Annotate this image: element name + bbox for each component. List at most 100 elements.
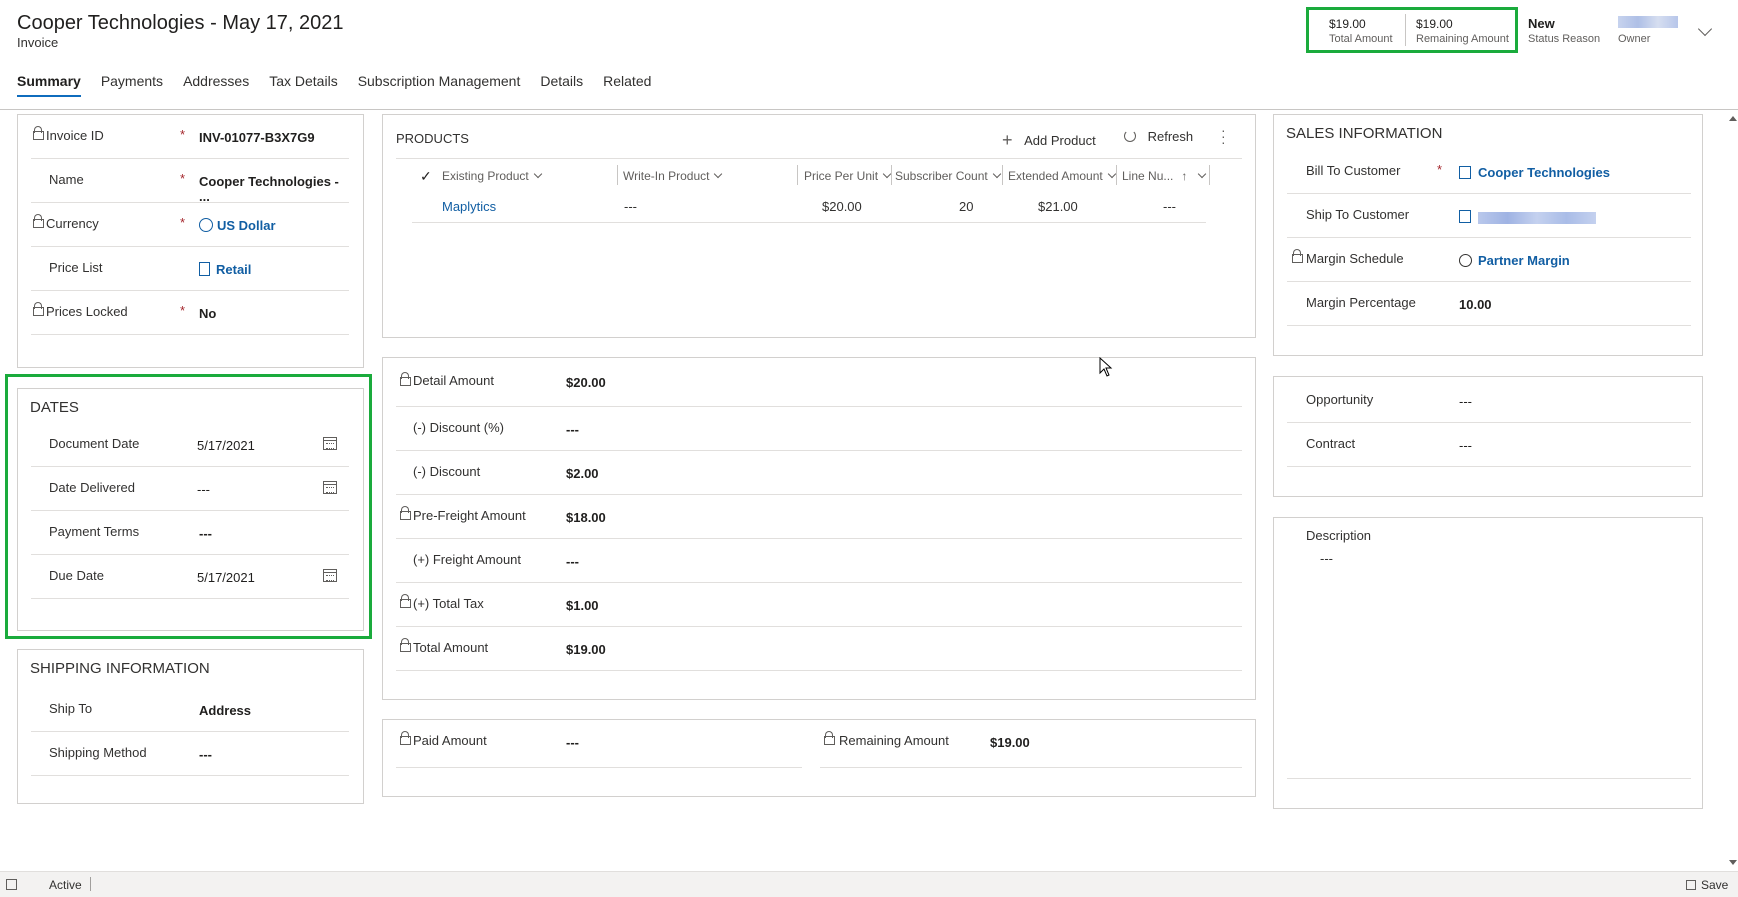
- header-owner[interactable]: Owner: [1618, 16, 1678, 45]
- tab-details[interactable]: Details: [540, 73, 583, 97]
- discount-pct-value[interactable]: ---: [566, 422, 579, 437]
- table-row[interactable]: Maplytics --- $20.00 20 $21.00 ---: [412, 189, 1206, 223]
- lock-icon: [400, 372, 411, 386]
- price-list-value[interactable]: Retail: [216, 262, 251, 277]
- discount-label: (-) Discount: [413, 464, 481, 479]
- column-header-price-per-unit[interactable]: Price Per Unit: [804, 169, 892, 183]
- related-section: Opportunity --- Contract ---: [1273, 376, 1703, 497]
- date-delivered-label: Date Delivered: [49, 480, 135, 495]
- bill-to-value[interactable]: Cooper Technologies: [1478, 165, 1610, 180]
- chevron-down-icon[interactable]: [1697, 21, 1713, 37]
- ship-to-value[interactable]: Address: [199, 703, 251, 718]
- more-options-icon[interactable]: · · ·: [1221, 123, 1226, 149]
- freight-label: (+) Freight Amount: [413, 552, 522, 567]
- column-header-extended-amount[interactable]: Extended Amount: [1008, 169, 1116, 183]
- margin-percentage-row: Margin Percentage 10.00: [1287, 282, 1691, 326]
- refresh-label: Refresh: [1147, 129, 1194, 144]
- discount-value[interactable]: $2.00: [566, 466, 599, 481]
- lock-icon: [33, 302, 44, 316]
- name-row: Name * Cooper Technologies - ...: [31, 159, 349, 204]
- ship-to-customer-link[interactable]: [1459, 209, 1596, 224]
- tab-list: Summary Payments Addresses Tax Details S…: [17, 73, 671, 97]
- refresh-button[interactable]: Refresh: [1124, 129, 1193, 144]
- paid-amount-label: Paid Amount: [413, 733, 487, 748]
- general-section: Invoice ID * INV-01077-B3X7G9 Name * Coo…: [17, 114, 364, 368]
- lock-icon: [1292, 249, 1303, 263]
- document-date-value[interactable]: 5/17/2021: [197, 438, 255, 453]
- required-marker: *: [180, 171, 186, 186]
- description-value[interactable]: ---: [1320, 551, 1333, 566]
- shipping-section: SHIPPING INFORMATION Ship To Address Shi…: [17, 649, 364, 804]
- currency-link[interactable]: US Dollar: [199, 218, 276, 233]
- column-header-line-number[interactable]: Line Nu... ↑: [1122, 169, 1207, 183]
- payment-terms-label: Payment Terms: [49, 524, 140, 539]
- ship-to-customer-blurred[interactable]: [1478, 211, 1596, 224]
- calendar-icon[interactable]: [323, 481, 337, 494]
- margin-schedule-link[interactable]: Partner Margin: [1459, 253, 1570, 268]
- chevron-down-icon: [1107, 169, 1116, 179]
- freight-row: (+) Freight Amount ---: [396, 539, 1242, 583]
- owner-value-blurred[interactable]: [1618, 16, 1678, 28]
- add-product-label: Add Product: [1024, 133, 1096, 148]
- prices-locked-value[interactable]: No: [199, 306, 216, 321]
- calendar-icon[interactable]: [323, 437, 337, 450]
- remaining-amount-row: Remaining Amount $19.00: [820, 720, 1242, 768]
- dates-section: DATES Document Date 5/17/2021 Date Deliv…: [17, 388, 364, 631]
- save-button[interactable]: Save: [1686, 878, 1728, 892]
- sales-title: SALES INFORMATION: [1286, 125, 1443, 142]
- pre-freight-label: Pre-Freight Amount: [413, 508, 526, 523]
- status-reason-label: Status Reason: [1528, 33, 1601, 45]
- product-link[interactable]: Maplytics: [442, 199, 496, 214]
- form-header: Cooper Technologies - May 17, 2021 Invoi…: [0, 0, 1738, 110]
- tab-related[interactable]: Related: [603, 73, 651, 97]
- price-list-link[interactable]: Retail: [199, 262, 251, 277]
- currency-value[interactable]: US Dollar: [217, 218, 276, 233]
- currency-icon: [199, 218, 213, 232]
- shipping-method-value[interactable]: ---: [199, 747, 212, 762]
- calendar-icon[interactable]: [323, 569, 337, 582]
- column-header-subscriber-count[interactable]: Subscriber Count: [895, 169, 1001, 183]
- remaining-amount-value: $19.00: [990, 735, 1030, 750]
- freight-value[interactable]: ---: [566, 554, 579, 569]
- opportunity-value[interactable]: ---: [1459, 394, 1472, 409]
- tab-payments[interactable]: Payments: [101, 73, 163, 97]
- prices-locked-row: Prices Locked * No: [31, 291, 349, 335]
- price-list-label: Price List: [49, 260, 103, 275]
- due-date-value[interactable]: 5/17/2021: [197, 570, 255, 585]
- select-all-check-icon[interactable]: ✓: [420, 168, 432, 185]
- price-list-icon: [199, 262, 210, 276]
- tab-tax-details[interactable]: Tax Details: [269, 73, 337, 97]
- tab-subscription-management[interactable]: Subscription Management: [358, 73, 521, 97]
- amounts-section: Detail Amount $20.00 (-) Discount (%) --…: [382, 357, 1256, 700]
- chevron-down-icon: [882, 169, 892, 179]
- dates-title: DATES: [30, 399, 79, 416]
- add-product-button[interactable]: + Add Product: [1002, 129, 1096, 150]
- open-in-new-window-icon[interactable]: [6, 879, 17, 890]
- date-delivered-value[interactable]: ---: [197, 482, 210, 497]
- invoice-id-label: Invoice ID: [46, 128, 104, 143]
- products-section: PRODUCTS + Add Product Refresh · · · ✓ Exi…: [382, 114, 1256, 338]
- name-label: Name: [49, 172, 84, 187]
- scroll-down-arrow-icon[interactable]: [1729, 860, 1737, 865]
- contract-value[interactable]: ---: [1459, 438, 1472, 453]
- entity-name: Invoice: [17, 35, 59, 50]
- ship-to-customer-label: Ship To Customer: [1306, 207, 1410, 222]
- scroll-up-arrow-icon[interactable]: [1729, 116, 1737, 121]
- margin-percentage-value[interactable]: 10.00: [1459, 297, 1492, 312]
- column-header-write-in-product[interactable]: Write-In Product: [623, 169, 723, 183]
- save-icon: [1686, 880, 1696, 890]
- required-marker: *: [180, 215, 186, 230]
- column-header-existing-product[interactable]: Existing Product: [442, 169, 542, 183]
- currency-label: Currency: [46, 216, 99, 231]
- payment-terms-value[interactable]: ---: [199, 526, 212, 541]
- description-section: Description ---: [1273, 517, 1703, 809]
- tab-summary[interactable]: Summary: [17, 73, 81, 97]
- name-value[interactable]: Cooper Technologies - ...: [199, 174, 349, 204]
- column-header-label: Line Nu...: [1122, 169, 1174, 183]
- margin-schedule-value[interactable]: Partner Margin: [1478, 253, 1570, 268]
- description-label: Description: [1306, 528, 1372, 543]
- bill-to-link[interactable]: Cooper Technologies: [1459, 165, 1610, 180]
- tab-addresses[interactable]: Addresses: [183, 73, 249, 97]
- shipping-method-row: Shipping Method ---: [31, 732, 349, 776]
- total-amount-row: Total Amount $19.00: [396, 627, 1242, 671]
